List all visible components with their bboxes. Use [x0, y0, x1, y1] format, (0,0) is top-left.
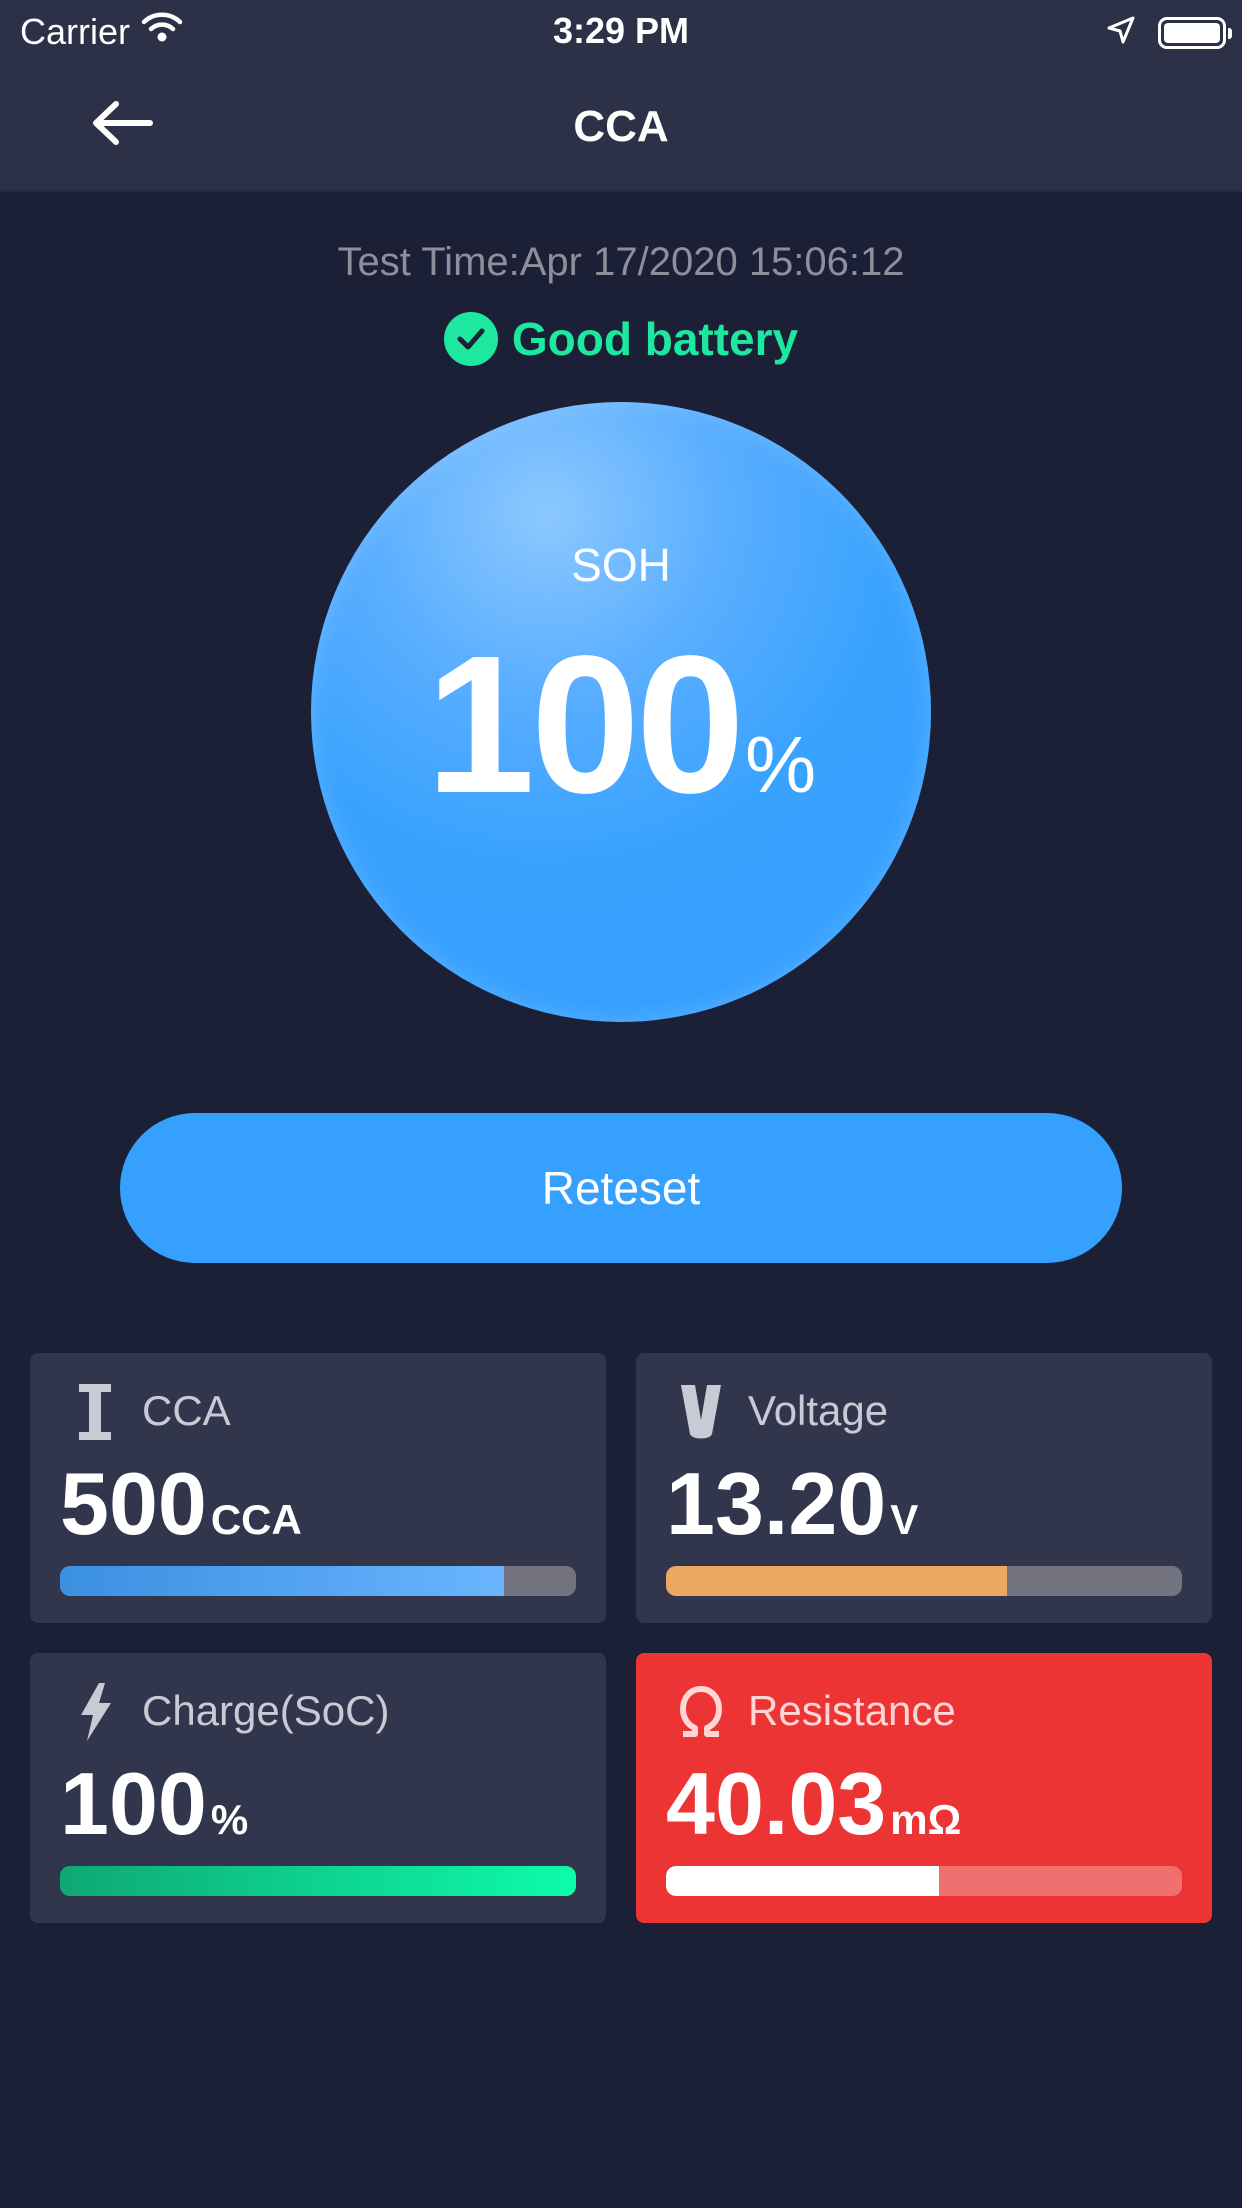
soh-gauge: SOH 100% — [311, 402, 931, 1022]
battery-icon — [1158, 17, 1232, 49]
soh-label: SOH — [571, 539, 671, 591]
charge-label: Charge(SoC) — [142, 1687, 390, 1734]
cca-card: CCA 500CCA — [30, 1353, 606, 1623]
retest-button[interactable]: Reteset — [120, 1113, 1122, 1263]
soh-value: 100% — [311, 612, 931, 837]
voltage-unit: V — [890, 1496, 919, 1543]
cca-number: 500 — [60, 1454, 207, 1553]
resistance-label: Resistance — [748, 1687, 956, 1734]
resistance-unit: mΩ — [890, 1796, 962, 1843]
charge-progress-fill — [60, 1866, 576, 1896]
cca-label: CCA — [142, 1387, 231, 1434]
resistance-number: 40.03 — [666, 1754, 887, 1853]
lightning-icon — [72, 1681, 118, 1743]
soh-unit: % — [744, 720, 817, 809]
charge-unit: % — [210, 1796, 249, 1843]
omega-icon — [678, 1681, 724, 1743]
charge-card: Charge(SoC) 100% — [30, 1653, 606, 1923]
resistance-progress-fill — [666, 1866, 940, 1896]
resistance-value: 40.03mΩ — [666, 1753, 961, 1855]
clock: 3:29 PM — [552, 10, 690, 51]
voltage-label: Voltage — [748, 1387, 889, 1434]
voltage-number: 13.20 — [666, 1454, 887, 1553]
status-bar: Carrier 3:29 PM — [0, 0, 1242, 62]
charge-number: 100 — [60, 1754, 207, 1853]
location-arrow-icon — [1106, 12, 1136, 54]
cca-value: 500CCA — [60, 1453, 302, 1555]
voltage-icon — [678, 1381, 724, 1443]
charge-progress-bar — [60, 1866, 576, 1896]
cca-progress-fill — [60, 1566, 504, 1596]
voltage-progress-fill — [666, 1566, 1007, 1596]
battery-status-label: Good battery — [511, 313, 799, 365]
resistance-progress-bar — [666, 1866, 1182, 1896]
charge-value: 100% — [60, 1753, 248, 1855]
voltage-progress-bar — [666, 1566, 1182, 1596]
cca-progress-bar — [60, 1566, 576, 1596]
voltage-card: Voltage 13.20V — [636, 1353, 1212, 1623]
test-time: Test Time:Apr 17/2020 15:06:12 — [337, 240, 905, 284]
voltage-value: 13.20V — [666, 1453, 918, 1555]
page-title: CCA — [573, 102, 669, 151]
battery-status: Good battery — [0, 312, 1242, 366]
current-icon — [72, 1381, 118, 1443]
nav-bar: CCA — [0, 62, 1242, 192]
status-right — [1106, 12, 1232, 54]
check-circle-icon — [443, 312, 498, 366]
cca-unit: CCA — [210, 1496, 302, 1543]
resistance-card: Resistance 40.03mΩ — [636, 1653, 1212, 1923]
soh-number: 100 — [425, 615, 745, 834]
